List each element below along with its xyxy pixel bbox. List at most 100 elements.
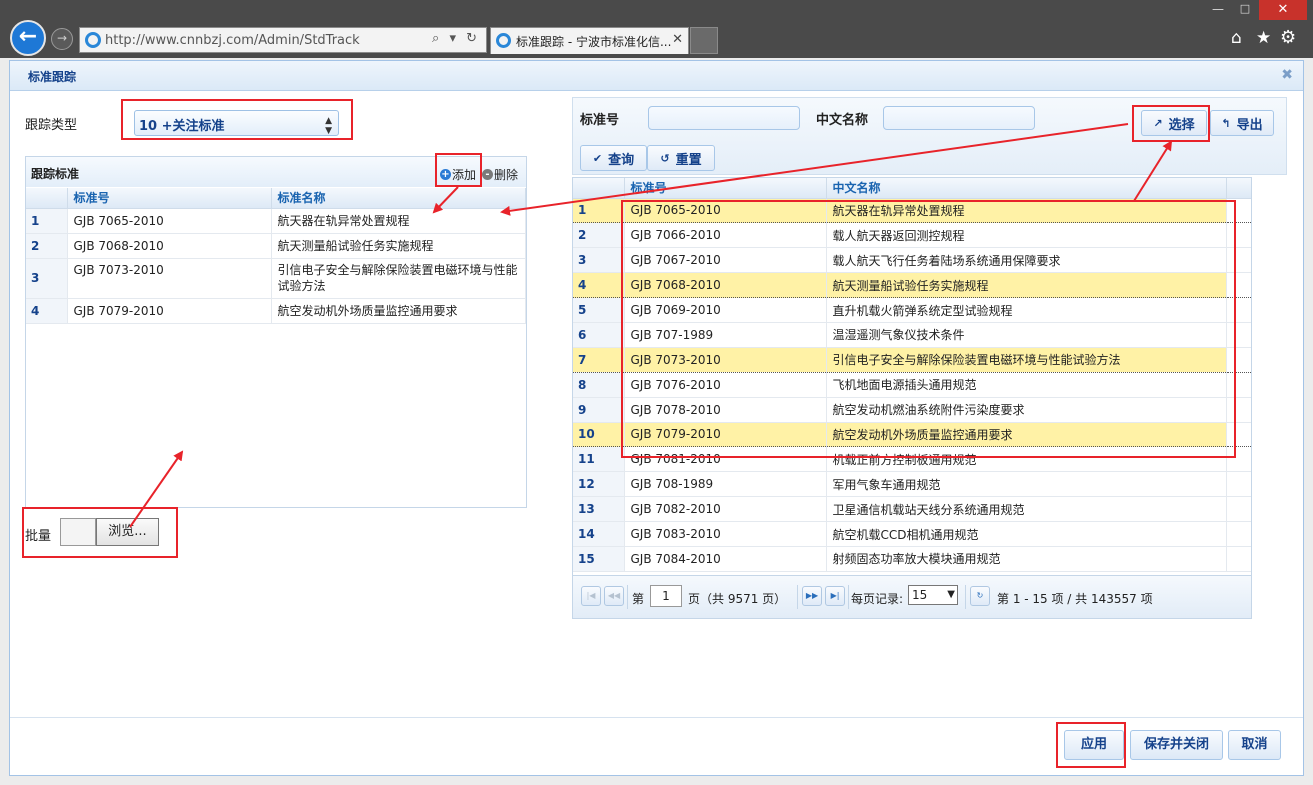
last-page-icon[interactable]: ▶|: [825, 586, 845, 606]
column-header[interactable]: 中文名称: [826, 178, 1227, 199]
column-header[interactable]: 标准号: [67, 188, 272, 209]
dialog-close-icon[interactable]: ✖: [1281, 67, 1293, 83]
next-page-icon[interactable]: ▶▶: [802, 586, 822, 606]
dialog-title: 标准跟踪: [28, 70, 77, 84]
ie-icon: [496, 33, 511, 48]
divider: [627, 585, 628, 609]
delete-button[interactable]: - 删除: [482, 166, 518, 183]
row-number: 12: [573, 471, 625, 498]
export-icon: ↰: [1221, 116, 1231, 130]
delete-icon: -: [482, 169, 493, 180]
std-code-cell: GJB 7084-2010: [624, 546, 827, 572]
annotation-box-add: [435, 153, 482, 187]
row-number: 13: [573, 496, 625, 523]
pager-summary: 第 1 - 15 项 / 共 143557 项: [997, 592, 1153, 606]
std-code-cell: GJB 7082-2010: [624, 496, 827, 523]
std-name-cell: 射频固态功率放大模块通用规范: [826, 546, 1227, 572]
gear-icon[interactable]: ⚙: [1280, 27, 1296, 48]
cn-name-input[interactable]: [883, 106, 1035, 130]
std-code-cell: GJB 7079-2010: [67, 298, 272, 324]
tracked-standards-table: 标准号 标准名称 1 GJB 7065-2010 航天器在轨异常处置规程 2 GJB 7…: [26, 188, 526, 324]
new-tab-button[interactable]: [690, 27, 718, 54]
table-row[interactable]: 15 GJB 7084-2010 射频固态功率放大模块通用规范: [573, 546, 1251, 572]
rownum-header: [26, 188, 68, 209]
scroll-header: [1226, 178, 1251, 199]
per-page-select[interactable]: 15 ▼: [908, 585, 958, 605]
table-row[interactable]: 3 GJB 7073-2010 引信电子安全与解除保险装置电磁环境与性能试验方法: [26, 258, 526, 299]
grid-title: 跟踪标准: [31, 167, 80, 181]
table-row[interactable]: 12 GJB 708-1989 军用气象车通用规范: [573, 471, 1251, 498]
row-number: 2: [573, 222, 625, 249]
row-number: 4: [573, 272, 625, 299]
pager: |◀ ◀◀ 第 1 页（共 9571 页） ▶▶ ▶| 每页记录: 15 ▼ ↻ …: [573, 575, 1251, 618]
per-page-label: 每页记录:: [851, 592, 904, 606]
row-number: 11: [573, 446, 625, 473]
scroll-cell: [1226, 471, 1251, 498]
annotation-box-select: [1132, 105, 1210, 142]
address-bar[interactable]: http://www.cnnbzj.com/Admin/StdTrack ⌕ ▾…: [79, 27, 487, 53]
track-type-label: 跟踪类型: [25, 118, 78, 133]
address-url[interactable]: http://www.cnnbzj.com/Admin/StdTrack: [105, 33, 360, 48]
std-code-cell: GJB 7068-2010: [67, 233, 272, 259]
std-no-label: 标准号: [580, 113, 620, 128]
row-number: 2: [26, 233, 68, 259]
row-number: 7: [573, 346, 625, 373]
annotation-box-selected-rows: [621, 200, 1236, 458]
row-number: 6: [573, 322, 625, 348]
rownum-header: [573, 178, 625, 199]
std-name-cell: 航空机载CCD相机通用规范: [826, 521, 1227, 547]
query-label: 查询: [608, 152, 635, 168]
std-name-cell: 卫星通信机载站天线分系统通用规范: [826, 496, 1227, 523]
column-header[interactable]: 标准名称: [271, 188, 526, 209]
star-icon[interactable]: ★: [1256, 28, 1271, 48]
per-page-value: 15: [912, 588, 928, 602]
table-row[interactable]: 2 GJB 7068-2010 航天测量船试验任务实施规程: [26, 233, 526, 259]
std-name-cell: 航天测量船试验任务实施规程: [271, 233, 526, 259]
column-header[interactable]: 标准号: [624, 178, 827, 199]
home-icon[interactable]: ⌂: [1231, 28, 1242, 48]
table-row[interactable]: 14 GJB 7083-2010 航空机载CCD相机通用规范: [573, 521, 1251, 547]
std-no-input[interactable]: [648, 106, 800, 130]
cn-name-label: 中文名称: [816, 113, 869, 128]
reset-button[interactable]: ↺ 重置: [647, 145, 715, 171]
tab-close-icon[interactable]: ✕: [672, 32, 683, 47]
divider: [797, 585, 798, 609]
cancel-button[interactable]: 取消: [1228, 730, 1281, 760]
browser-tab[interactable]: 标准跟踪 - 宁波市标准化信... ✕: [490, 27, 689, 54]
table-row[interactable]: 4 GJB 7079-2010 航空发动机外场质量监控通用要求: [26, 298, 526, 324]
row-number: 8: [573, 372, 625, 398]
annotation-box-apply: [1056, 722, 1126, 768]
row-number: 15: [573, 546, 625, 572]
row-number: 3: [573, 247, 625, 274]
table-row[interactable]: 13 GJB 7082-2010 卫星通信机载站天线分系统通用规范: [573, 496, 1251, 523]
back-arrow-icon[interactable]: ←: [10, 20, 46, 56]
tracked-standards-grid: 跟踪标准 + 添加 - 删除 标准号 标准名称 1 GJB 7065-2010 航天器在…: [25, 156, 527, 508]
std-name-cell: 航空发动机外场质量监控通用要求: [271, 298, 526, 324]
export-label: 导出: [1236, 117, 1263, 133]
scroll-cell: [1226, 496, 1251, 523]
prev-page-icon[interactable]: ◀◀: [604, 586, 624, 606]
refresh-icon[interactable]: ↻: [970, 586, 990, 606]
reset-icon: ↺: [660, 151, 670, 165]
forward-arrow-icon[interactable]: →: [51, 28, 73, 50]
save-and-close-button[interactable]: 保存并关闭: [1130, 730, 1223, 760]
search-refresh-icons[interactable]: ⌕ ▾ ↻: [432, 31, 480, 46]
maximize-icon[interactable]: □: [1232, 2, 1258, 18]
divider: [965, 585, 966, 609]
query-button[interactable]: ✔ 查询: [580, 145, 647, 171]
minimize-icon[interactable]: —: [1205, 2, 1231, 18]
first-page-icon[interactable]: |◀: [581, 586, 601, 606]
table-row[interactable]: 1 GJB 7065-2010 航天器在轨异常处置规程: [26, 208, 526, 234]
page-suffix: 页（共 9571 页）: [688, 592, 787, 606]
std-code-cell: GJB 7065-2010: [67, 208, 272, 234]
divider: [848, 585, 849, 609]
page-input[interactable]: 1: [650, 585, 682, 607]
row-number: 3: [26, 258, 68, 299]
scroll-cell: [1226, 546, 1251, 572]
dialog-header: 标准跟踪 ✖: [10, 61, 1303, 91]
row-number: 1: [573, 197, 625, 224]
window-close-icon[interactable]: ✕: [1259, 0, 1307, 20]
chevron-down-icon: ▼: [947, 589, 955, 600]
std-code-cell: GJB 7083-2010: [624, 521, 827, 547]
export-button[interactable]: ↰ 导出: [1210, 110, 1274, 136]
